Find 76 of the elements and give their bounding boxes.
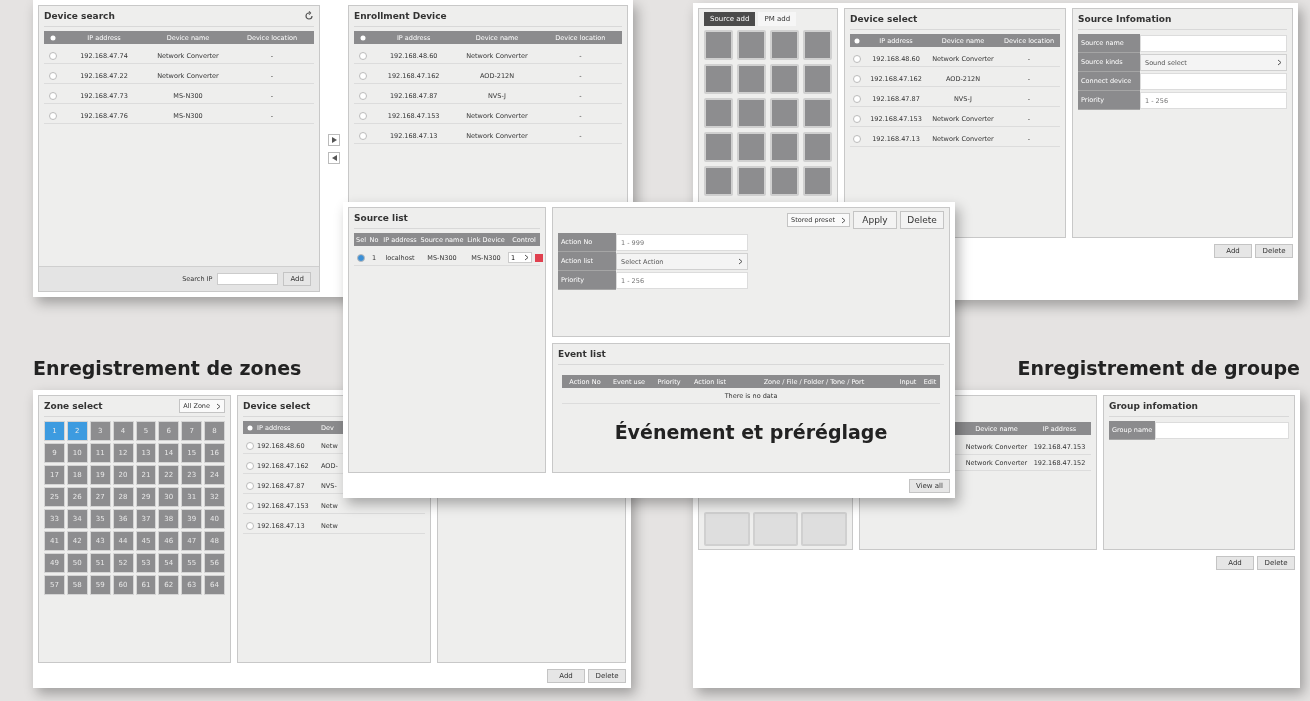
source-tile[interactable] [803,132,832,162]
select-all-icon [50,34,56,41]
row-radio[interactable] [49,71,57,80]
group-tile[interactable] [801,512,847,546]
panel-title: Source Infomation [1078,14,1172,24]
caret-icon [524,254,529,261]
row-radio[interactable] [49,91,57,100]
source-tile[interactable] [770,132,799,162]
panel-title: Zone select [44,401,103,411]
row-radio[interactable] [246,441,254,450]
row-radio[interactable] [359,71,367,80]
row-radio[interactable] [853,94,861,103]
row-radio[interactable] [853,114,861,123]
source-tile[interactable] [770,98,799,128]
input-field[interactable] [1140,73,1287,90]
source-tile[interactable] [770,64,799,94]
row-radio[interactable] [359,51,367,60]
row-radio[interactable] [359,111,367,120]
right-triangle-icon [331,136,337,143]
row-radio[interactable] [246,461,254,470]
source-tile[interactable] [803,166,832,196]
source-tile[interactable] [704,64,733,94]
group-tile[interactable] [752,512,799,546]
section-caption: Enregistrement de groupe [1017,357,1300,379]
source-tile[interactable] [704,132,733,162]
remove-button[interactable] [535,253,543,262]
row-radio[interactable] [853,134,861,143]
panel-title: Device search [44,11,115,21]
panel-title: Source list [354,213,408,223]
source-tile[interactable] [737,30,766,60]
select-all-icon [360,34,366,41]
apply-button[interactable]: Apply [853,211,897,229]
caret-icon [216,402,221,410]
left-triangle-icon [331,154,337,161]
panel-title: Group infomation [1109,401,1198,411]
group-tile[interactable] [704,512,750,546]
caret-icon [1277,59,1282,66]
source-tile[interactable] [737,132,766,162]
panel-title: Device select [243,401,311,411]
row-radio[interactable] [246,481,254,490]
source-tile[interactable] [704,166,733,196]
delete-button[interactable]: Delete [900,211,944,229]
search-field[interactable] [217,273,279,285]
select-all-icon [854,37,860,44]
move-right-button[interactable] [328,133,340,146]
source-tile[interactable] [803,30,832,60]
source-tile[interactable] [770,30,799,60]
row-radio[interactable] [359,131,367,140]
source-tile[interactable] [737,98,766,128]
source-tile[interactable] [737,166,766,196]
select-all-icon [247,424,253,431]
source-tile[interactable] [704,30,733,60]
source-tile[interactable] [737,64,766,94]
panel-title: Event list [558,349,606,359]
panel-title: Enrollment Device [354,11,447,21]
source-tile[interactable] [770,166,799,196]
row-radio[interactable] [246,521,254,530]
row-radio[interactable] [359,91,367,100]
section-caption: Enregistrement de zones [33,357,302,379]
section-caption: Événement et préréglage [614,420,888,443]
row-radio[interactable] [246,501,254,510]
source-tile[interactable] [803,98,832,128]
row-radio[interactable] [853,74,861,83]
row-radio[interactable] [357,253,365,262]
panel-title: Device select [850,14,918,24]
source-tile[interactable] [704,98,733,128]
row-radio[interactable] [853,54,861,63]
move-left-button[interactable] [328,151,340,164]
source-tile[interactable] [803,64,832,94]
refresh-icon[interactable] [304,11,314,21]
row-radio[interactable] [49,51,57,60]
caret-icon [841,216,846,224]
input-field[interactable] [1155,422,1289,439]
caret-icon [738,258,743,265]
input-field[interactable] [1140,35,1287,52]
row-radio[interactable] [49,111,57,120]
